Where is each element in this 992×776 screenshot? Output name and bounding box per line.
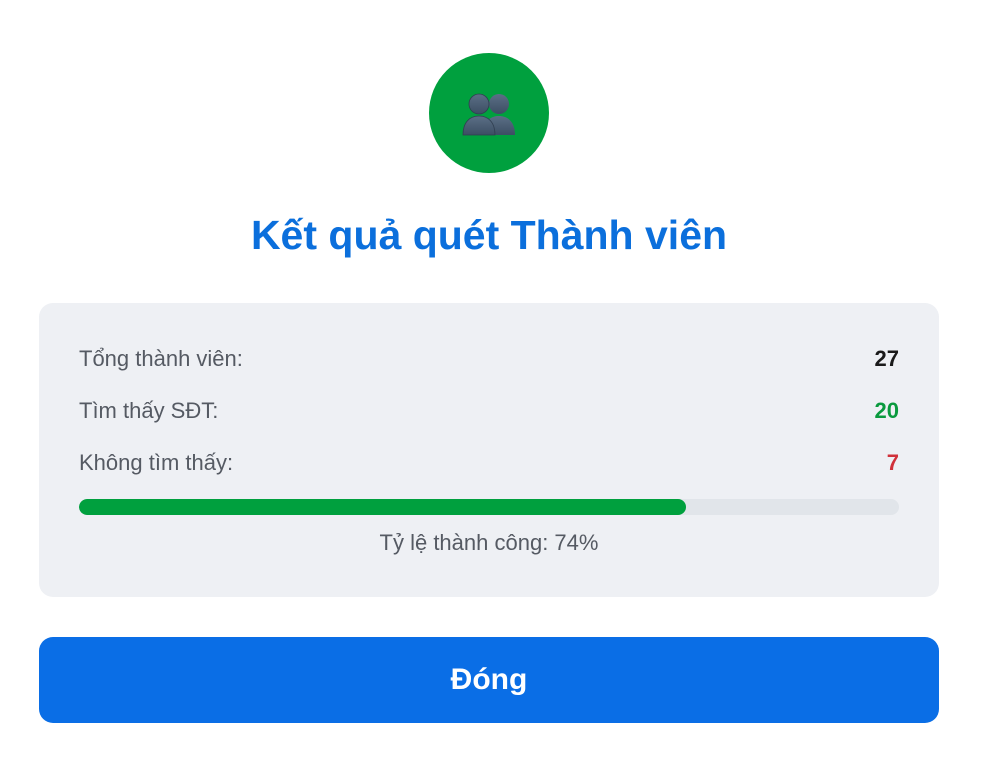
stat-label-total: Tổng thành viên:: [79, 346, 243, 371]
stat-value-missing: 7: [886, 450, 899, 475]
stat-label-missing: Không tìm thấy:: [79, 450, 234, 475]
scan-result-dialog: Kết quả quét Thành viên Tổng thành viên:…: [0, 0, 992, 776]
stats-card: Tổng thành viên: 27 Tìm thấy SĐT: 20 Khô…: [39, 303, 939, 597]
members-icon-circle: [429, 53, 549, 173]
success-progress-bar: [79, 499, 899, 515]
close-button[interactable]: Đóng: [39, 637, 939, 723]
stat-row-total: Tổng thành viên: 27: [79, 342, 899, 376]
stat-label-found: Tìm thấy SĐT:: [79, 398, 219, 423]
two-users-icon: [462, 93, 515, 136]
success-rate-caption: Tỷ lệ thành công: 74%: [379, 530, 599, 555]
success-progress-fill: [79, 499, 686, 515]
dialog-title: Kết quả quét Thành viên: [250, 212, 728, 258]
stat-row-found: Tìm thấy SĐT: 20: [79, 394, 899, 428]
stat-value-found: 20: [874, 398, 899, 423]
stat-value-total: 27: [874, 346, 899, 371]
stat-row-missing: Không tìm thấy: 7: [79, 446, 899, 480]
